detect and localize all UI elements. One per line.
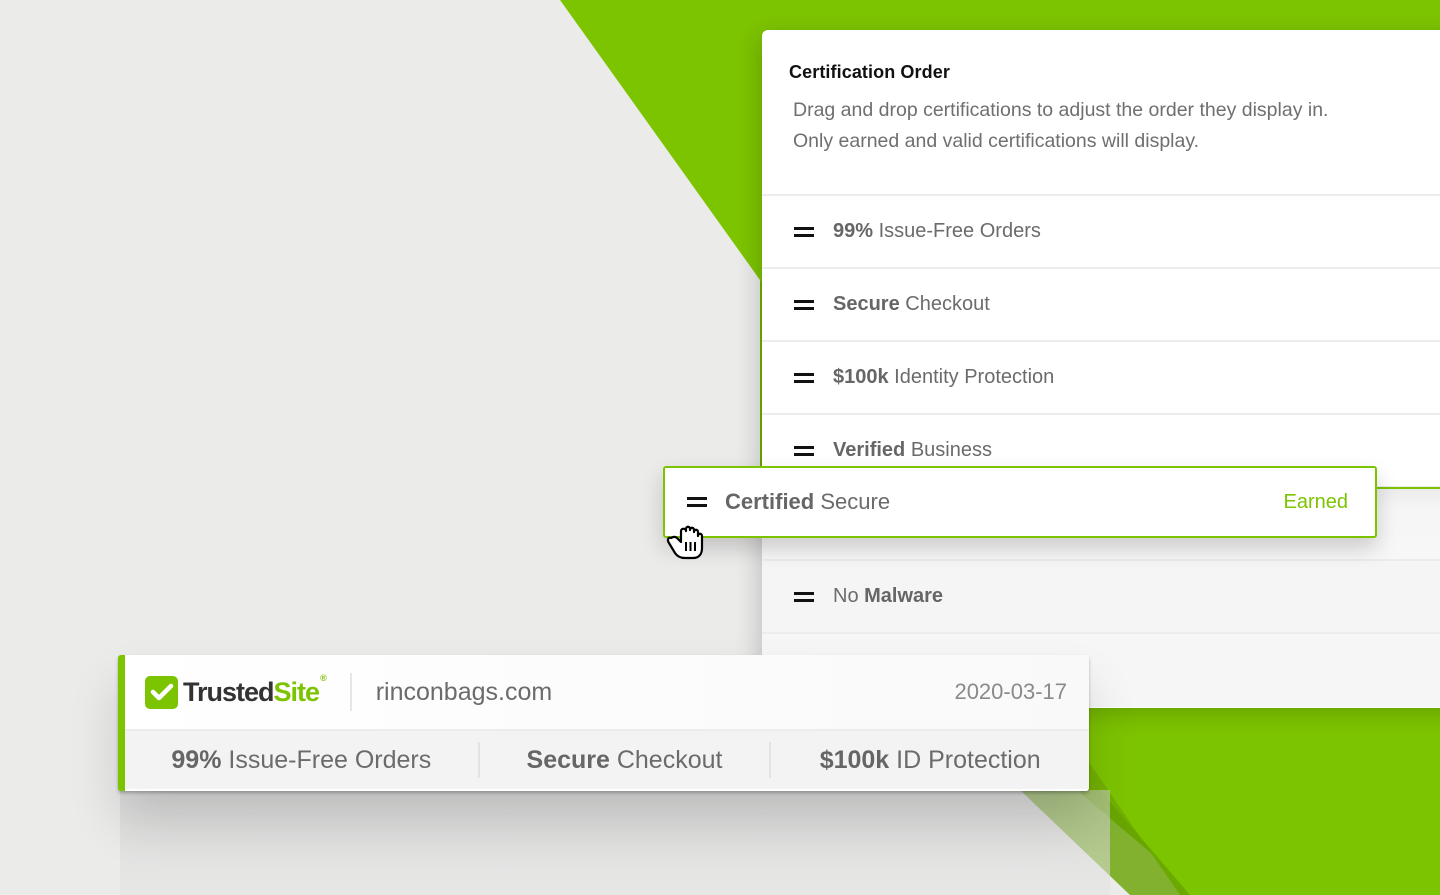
drop-indicator-line — [1377, 487, 1440, 489]
cert-item-no-malware[interactable]: No Malware — [762, 561, 1440, 634]
dragged-cert-item-certified-secure[interactable]: Certified Secure Earned — [663, 466, 1377, 538]
cert-item-secure-checkout[interactable]: Secure Checkout — [762, 269, 1440, 342]
badge-date: 2020-03-17 — [954, 679, 1067, 704]
checkmark-icon — [145, 675, 178, 709]
certification-order-panel: Certification Order Drag and drop certif… — [762, 30, 1440, 708]
badge-cert-secure-checkout: Secure Checkout — [526, 745, 723, 774]
site-domain: rinconbags.com — [375, 677, 553, 706]
badge-certifications: 99% Issue-Free Orders Secure Checkout $1… — [125, 731, 1089, 789]
drag-handle-icon[interactable] — [794, 226, 814, 237]
badge-cert-issue-free-orders: 99% Issue-Free Orders — [171, 745, 432, 774]
drag-handle-icon[interactable] — [794, 299, 814, 310]
panel-header: Certification Order Drag and drop certif… — [762, 30, 1440, 196]
badge-header: TrustedSite® rinconbags.com 2020-03-17 — [125, 655, 1089, 731]
trustedsite-logo: TrustedSite® — [145, 673, 327, 709]
drag-handle-icon[interactable] — [794, 445, 814, 456]
earned-status: Earned — [1283, 490, 1349, 513]
drag-handle-icon[interactable] — [794, 372, 814, 383]
cert-item-identity-protection[interactable]: $100k Identity Protection — [762, 342, 1440, 415]
cert-item-issue-free-orders[interactable]: 99% Issue-Free Orders — [762, 196, 1440, 269]
drag-handle-icon[interactable] — [794, 591, 814, 602]
grabbing-hand-icon — [666, 525, 704, 560]
badge-cert-id-protection: $100k ID Protection — [819, 745, 1041, 774]
drag-handle-icon[interactable] — [687, 497, 707, 507]
panel-description: Drag and drop certifications to adjust t… — [793, 99, 1329, 152]
certification-list: 99% Issue-Free Orders Secure Checkout $1… — [762, 196, 1440, 707]
divider — [349, 673, 352, 711]
trustedsite-badge[interactable]: TrustedSite® rinconbags.com 2020-03-17 9… — [118, 655, 1089, 791]
panel-title: Certification Order — [789, 62, 950, 82]
